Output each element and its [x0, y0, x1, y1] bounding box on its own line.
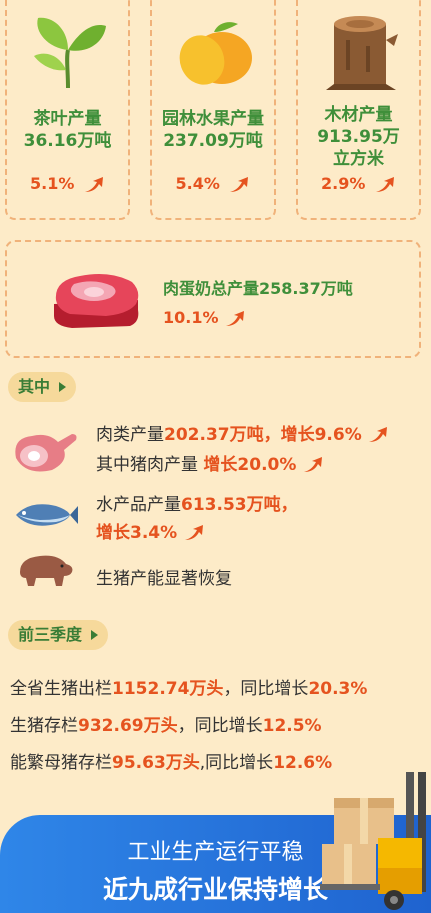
- up-arrow-icon: [84, 176, 103, 192]
- section-title: 前三季度: [18, 625, 83, 644]
- ham-icon: [15, 434, 77, 472]
- steak-icon: [54, 274, 139, 328]
- section-tag-q3: 前三季度: [8, 620, 109, 650]
- up-arrow-icon: [185, 525, 204, 540]
- fish-icon: [16, 504, 78, 526]
- mango-icon: [179, 22, 252, 85]
- fruit-label: 园林水果产量 237.09万吨: [162, 109, 264, 151]
- q3-line-3: 能繁母猪存栏95.63万头,同比增长12.6%: [10, 753, 333, 773]
- pork-output-line: 其中猪肉产量 增长20.0%: [96, 450, 324, 475]
- tea-label: 茶叶产量 36.16万吨: [23, 109, 112, 151]
- boar-icon: [20, 555, 73, 586]
- wood-percent: 2.9%: [296, 174, 421, 194]
- tree-stump-icon: [326, 16, 398, 90]
- triangle-icon: [59, 382, 67, 392]
- triangle-icon: [91, 630, 99, 640]
- meat-output-line: 肉类产量202.37万吨，增长9.6%: [96, 420, 389, 445]
- fruit-percent: 5.4%: [150, 174, 276, 194]
- aquatic-output-line2: 增长3.4%: [96, 518, 205, 543]
- forklift-icon: [320, 772, 426, 910]
- section-title: 其中: [18, 377, 51, 396]
- q3-line-2: 生猪存栏932.69万头，同比增长12.5%: [10, 716, 322, 736]
- section-tag-qizhong: 其中: [8, 372, 77, 402]
- up-arrow-icon: [303, 457, 322, 472]
- meat-total-percent: 10.1%: [163, 308, 246, 328]
- up-arrow-icon: [226, 310, 245, 326]
- hog-capacity-line: 生猪产能显著恢复: [96, 569, 232, 589]
- aquatic-output-line1: 水产品产量613.53万吨，: [96, 495, 298, 515]
- wood-label: 木材产量 913.95万 立方米: [317, 105, 400, 169]
- up-arrow-icon: [375, 176, 394, 192]
- q3-line-1: 全省生猪出栏1152.74万头，同比增长20.3%: [10, 679, 368, 699]
- tea-leaf-icon: [34, 17, 106, 89]
- up-arrow-icon: [369, 427, 388, 442]
- meat-total-label: 肉蛋奶总产量258.37万吨: [163, 279, 353, 298]
- tea-percent: 5.1%: [5, 174, 130, 194]
- up-arrow-icon: [230, 176, 249, 192]
